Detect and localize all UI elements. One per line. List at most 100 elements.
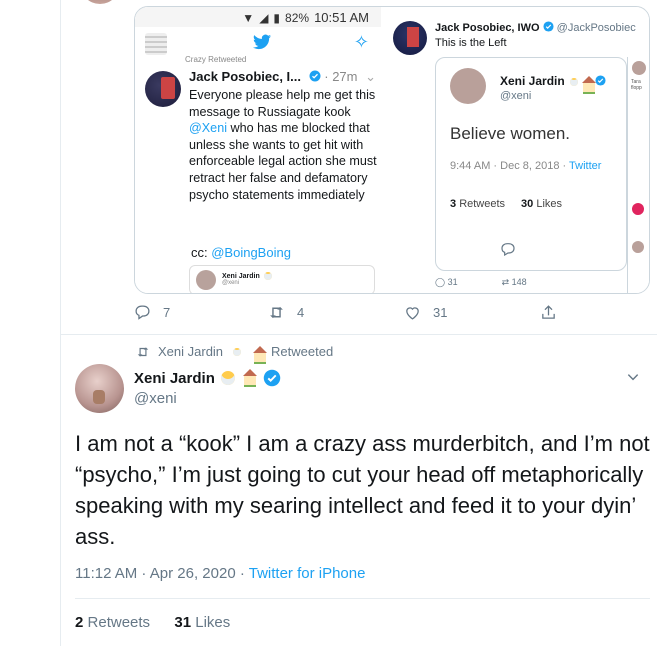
embed-header: Jack Posobiec, IWO @JackPosobiec [435,21,636,34]
card-stats: 3 Retweets 30 Likes [450,198,562,210]
tweet-text: I am not a “kook” I am a crazy ass murde… [75,431,650,549]
mask-emoji-icon [218,369,237,387]
mask-emoji-icon [261,270,274,282]
verified-icon [263,369,281,387]
tweet-stats: 2 Retweets 31 Likes [75,614,230,631]
card-time: 9:44 AM · Dec 8, 2018 · [450,160,570,172]
embed-retweet: ⇄ 148 [501,277,527,287]
avatar[interactable] [75,364,124,413]
house-emoji-icon [580,75,597,94]
media-screenshot-embed[interactable]: Jack Posobiec, IWO @JackPosobiec This is… [381,7,649,293]
retweeter-name: Xeni Jardin [158,344,224,359]
reply-count: 7 [163,305,171,320]
chevron-down-icon: ⌄ [365,69,377,84]
wifi-icon: ▼ [242,10,255,25]
share-button[interactable] [540,304,557,321]
card-date: 9:44 AM · Dec 8, 2018 · Twitter [450,160,601,172]
signal-icon: ◢ [259,10,269,25]
retweet-count: 4 [297,305,305,320]
status-time: 10:51 AM [314,10,369,25]
avatar [632,61,646,75]
avatar [632,241,644,253]
like-button[interactable]: 31 [404,304,447,321]
like-dot-icon [632,203,644,215]
embed-reply-count: 31 [447,277,458,287]
avatar [145,33,167,55]
tweet-actions: 7 4 31 [134,304,574,324]
reply-button[interactable]: 7 [134,304,170,321]
embed-side-strip: Tara flopp [627,57,649,293]
body-text: Everyone please help me get this message… [189,88,376,119]
author-handle: @JackPosobiec [556,22,636,34]
verified-icon [595,75,606,86]
embed-text: This is the Left [435,37,507,49]
tweet-header: Jack Posobiec, I... · 27m ⌄ [189,69,377,84]
like-icon [406,307,419,320]
mask-emoji-icon [231,345,244,358]
battery-icon: ▮ [273,10,281,25]
retweeted-label: Retweeted [271,344,334,359]
sparkle-icon: ✧ [353,32,369,52]
chevron-down-icon[interactable] [626,370,640,384]
card-retweet-label: Retweets [459,198,506,210]
like-count: 31 [174,614,192,631]
media-screenshot-phone[interactable]: ▼ ◢ ▮ 82% 10:51 AM ✧ Crazy Retweeted Jac… [135,7,381,293]
embed-reply: ◯ 31 [435,277,458,287]
retweeted-by[interactable]: Xeni Jardin Retweeted [136,344,334,364]
card-author: Xeni Jardin [500,74,606,94]
house-emoji-icon [241,369,259,387]
author-name: Xeni Jardin [134,369,215,387]
card-retweet-count: 3 [450,198,457,210]
verified-icon [309,70,321,82]
author-name-row[interactable]: Xeni Jardin [134,369,281,387]
divider [60,334,657,335]
mask-emoji-icon [568,75,581,88]
quote-author-name: Xeni Jardin [222,272,260,280]
tweet-timestamp[interactable]: 11:12 AM · Apr 26, 2020 · [75,565,249,582]
embed-retweet-count: 148 [511,277,527,287]
card-like-label: Likes [536,198,563,210]
tweet-source-link[interactable]: Twitter for iPhone [249,565,366,582]
like-count: 31 [433,305,448,320]
cc-line: cc: @BoingBoing [191,245,291,260]
likes-stat[interactable]: 31 Likes [174,614,230,631]
avatar [450,68,486,104]
tweet-meta: 11:12 AM · Apr 26, 2020 · Twitter for iP… [75,565,365,582]
mention-link: @Xeni [189,121,227,136]
tweet-body: Everyone please help me get this message… [189,87,385,203]
retweeted-label: Crazy Retweeted [185,55,247,64]
embed-actions: ◯ 31 ⇄ 148 [435,277,527,288]
likes-label: Likes [195,614,231,631]
house-emoji-icon [251,345,268,364]
avatar [145,71,181,107]
retweet-count: 2 [75,614,84,631]
phone-toolbar: ✧ [135,27,381,57]
retweets-label: Retweets [87,614,151,631]
retweet-icon [270,306,283,319]
tweet-media[interactable]: ▼ ◢ ▮ 82% 10:51 AM ✧ Crazy Retweeted Jac… [134,6,650,294]
author-name: Jack Posobiec, I... [189,69,301,84]
phone-status-bar: ▼ ◢ ▮ 82% 10:51 AM [135,7,381,27]
reply-icon [501,243,515,256]
card-body: Believe women. [450,124,571,143]
author-handle[interactable]: @xeni [134,390,177,407]
share-icon [542,305,555,319]
retweet-icon [137,346,149,357]
strip-text: Tara flopp [631,79,642,91]
verified-icon [543,21,554,32]
retweets-stat[interactable]: 2 Retweets [75,614,150,631]
retweet-button[interactable]: 4 [268,304,304,321]
twitter-bird-icon [253,34,271,50]
card-source: Twitter [569,160,602,172]
quoted-tweet: Xeni Jardin @xeni [189,265,375,293]
cc-label: cc: [191,245,212,260]
avatar [393,21,427,55]
card-author-name: Xeni Jardin [500,74,565,88]
card-like-count: 30 [521,198,534,210]
reply-icon [135,305,150,320]
tweet-time: 27m [332,69,358,84]
card-handle: @xeni [500,90,532,102]
quote-handle: @xeni [222,280,240,286]
avatar [196,270,216,290]
embedded-quote-card: Xeni Jardin @xeni Believe women. 9:44 AM… [435,57,627,271]
